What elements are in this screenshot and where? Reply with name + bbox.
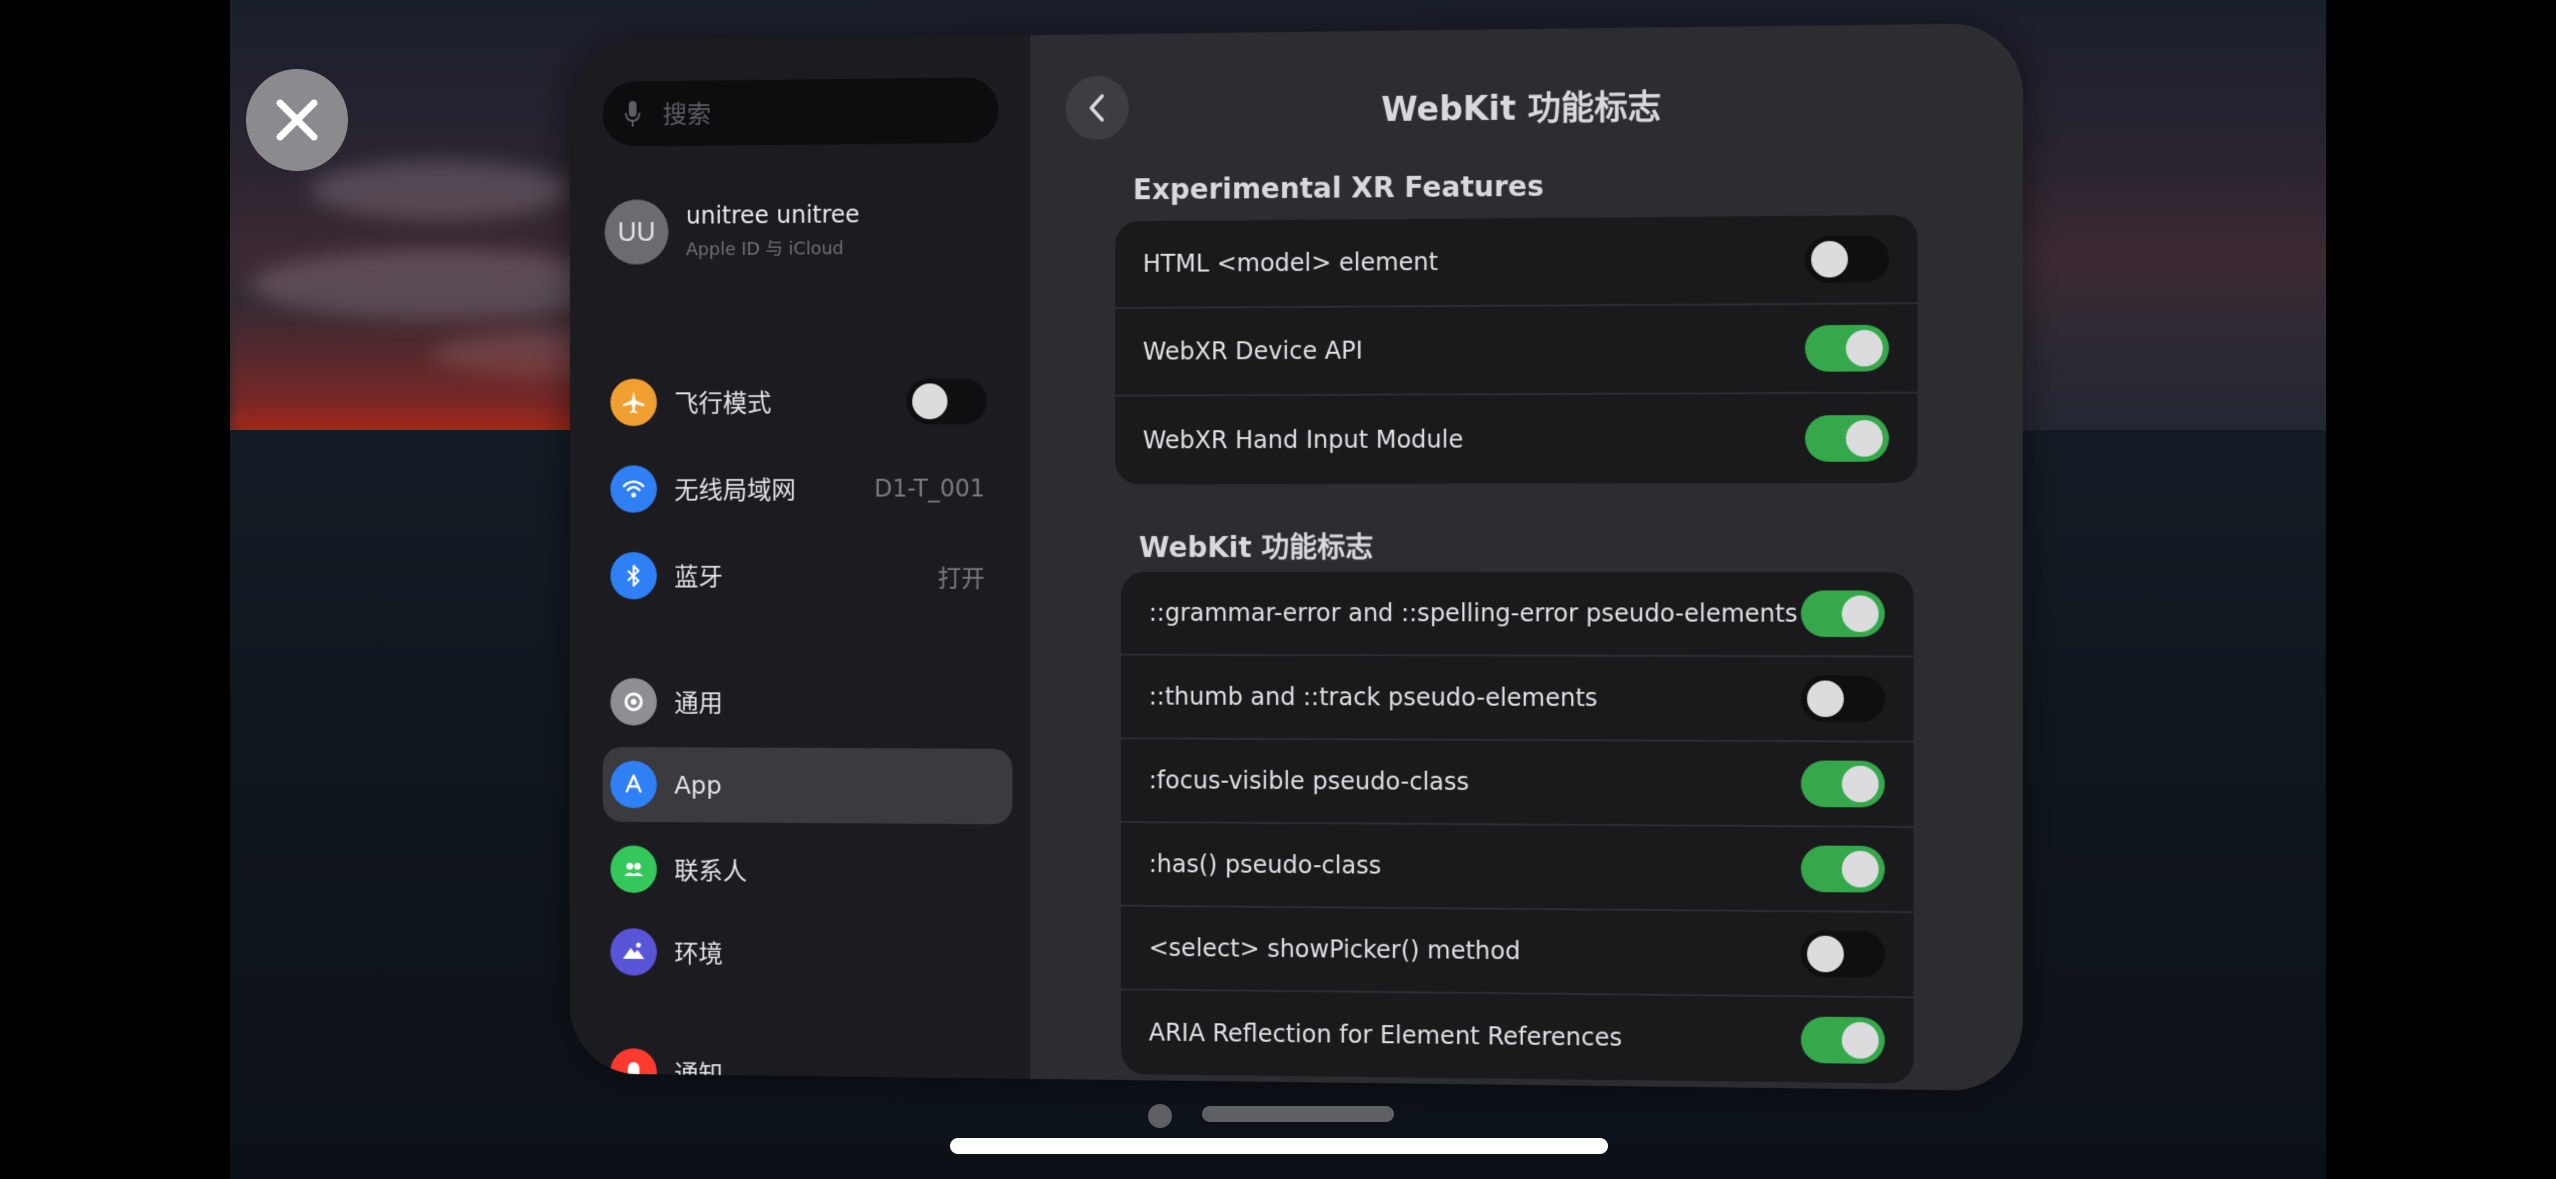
setting-label: :has() pseudo-class <box>1148 850 1382 880</box>
setting-row: :focus-visible pseudo-class <box>1121 739 1914 828</box>
grammar-spelling-error-toggle[interactable] <box>1800 590 1885 638</box>
setting-row: WebXR Device API <box>1115 304 1918 397</box>
profile-subtitle: Apple ID 与 iCloud <box>685 238 844 261</box>
app-store-icon <box>610 760 657 809</box>
setting-row: :has() pseudo-class <box>1121 822 1914 914</box>
sidebar-item-contacts[interactable]: 联系人 <box>603 832 1013 910</box>
aria-reflection-toggle[interactable] <box>1800 1016 1885 1065</box>
gear-icon <box>610 678 657 726</box>
webxr-hand-input-toggle[interactable] <box>1804 415 1889 462</box>
setting-label: ARIA Reflection for Element References <box>1148 1018 1623 1052</box>
setting-label: WebXR Hand Input Module <box>1142 425 1464 455</box>
webkit-flags-group: ::grammar-error and ::spelling-error pse… <box>1121 571 1914 1084</box>
setting-row: ::grammar-error and ::spelling-error pse… <box>1121 571 1914 658</box>
window-move-bar[interactable] <box>1202 1106 1394 1122</box>
home-indicator[interactable] <box>950 1138 1608 1154</box>
setting-label: ::thumb and ::track pseudo-elements <box>1148 682 1598 713</box>
sidebar-item-label: 环境 <box>674 939 723 969</box>
sidebar-item-app[interactable]: App <box>602 746 1013 825</box>
profile-row[interactable]: UU unitree unitree Apple ID 与 iCloud <box>604 198 860 265</box>
section-title-xr: Experimental XR Features <box>1132 169 1544 207</box>
focus-visible-toggle[interactable] <box>1800 760 1885 808</box>
has-pseudo-class-toggle[interactable] <box>1800 845 1885 893</box>
sidebar-item-label: 蓝牙 <box>674 562 723 592</box>
avatar: UU <box>604 199 669 265</box>
bluetooth-status-value: 打开 <box>937 564 985 593</box>
content-pane: WebKit 功能标志 Experimental XR Features HTM… <box>1030 22 2023 1092</box>
close-button[interactable] <box>246 69 348 171</box>
wifi-icon <box>610 465 657 513</box>
sidebar-item-environment[interactable]: 环境 <box>603 914 1013 993</box>
xr-features-group: HTML <model> element WebXR Device API We… <box>1115 215 1918 485</box>
setting-label: :focus-visible pseudo-class <box>1148 766 1470 797</box>
search-field[interactable]: 搜索 <box>602 77 999 147</box>
setting-row: <select> showPicker() method <box>1121 906 1914 999</box>
sidebar-item-label: 联系人 <box>674 856 748 886</box>
sidebar-item-label: 无线局域网 <box>674 475 796 505</box>
settings-window: 搜索 UU unitree unitree Apple ID 与 iCloud … <box>569 22 2023 1092</box>
sidebar-item-wifi[interactable]: 无线局域网 D1-T_001 <box>603 451 1013 527</box>
sidebar-item-label: 飞行模式 <box>674 389 772 419</box>
wifi-network-value: D1-T_001 <box>874 474 985 503</box>
setting-label: HTML <model> element <box>1142 247 1439 278</box>
contacts-icon <box>610 845 657 894</box>
setting-row: ARIA Reflection for Element References <box>1121 990 1914 1083</box>
microphone-icon[interactable] <box>624 100 641 128</box>
setting-row: ::thumb and ::track pseudo-elements <box>1121 655 1914 743</box>
airplane-mode-toggle[interactable] <box>906 378 987 425</box>
sidebar-item-airplane-mode[interactable]: 飞行模式 <box>603 363 1013 440</box>
sidebar-item-label: App <box>674 770 722 800</box>
sidebar-item-bluetooth[interactable]: 蓝牙 打开 <box>603 538 1013 614</box>
webxr-device-api-toggle[interactable] <box>1804 324 1889 372</box>
bluetooth-icon <box>610 552 657 600</box>
thumb-track-toggle[interactable] <box>1800 675 1885 723</box>
cloud <box>310 160 570 220</box>
html-model-element-toggle[interactable] <box>1804 235 1889 283</box>
window-position-dot[interactable] <box>1148 1104 1172 1128</box>
close-icon <box>276 99 318 141</box>
setting-label: <select> showPicker() method <box>1148 933 1521 966</box>
section-title-webkit: WebKit 功能标志 <box>1138 530 1374 565</box>
setting-label: WebXR Device API <box>1142 336 1363 366</box>
page-title: WebKit 功能标志 <box>1381 86 1662 130</box>
search-placeholder: 搜索 <box>662 100 712 130</box>
setting-label: ::grammar-error and ::spelling-error pse… <box>1148 598 1798 628</box>
setting-row: HTML <model> element <box>1115 215 1918 309</box>
sidebar: 搜索 UU unitree unitree Apple ID 与 iCloud … <box>569 35 1031 1092</box>
select-showpicker-toggle[interactable] <box>1800 930 1885 978</box>
environment-icon <box>610 928 657 976</box>
profile-name: unitree unitree <box>685 200 860 230</box>
sidebar-item-general[interactable]: 通用 <box>603 664 1013 741</box>
sidebar-item-label: 通用 <box>674 689 723 718</box>
setting-row: WebXR Hand Input Module <box>1115 394 1918 485</box>
airplane-icon <box>610 378 657 427</box>
